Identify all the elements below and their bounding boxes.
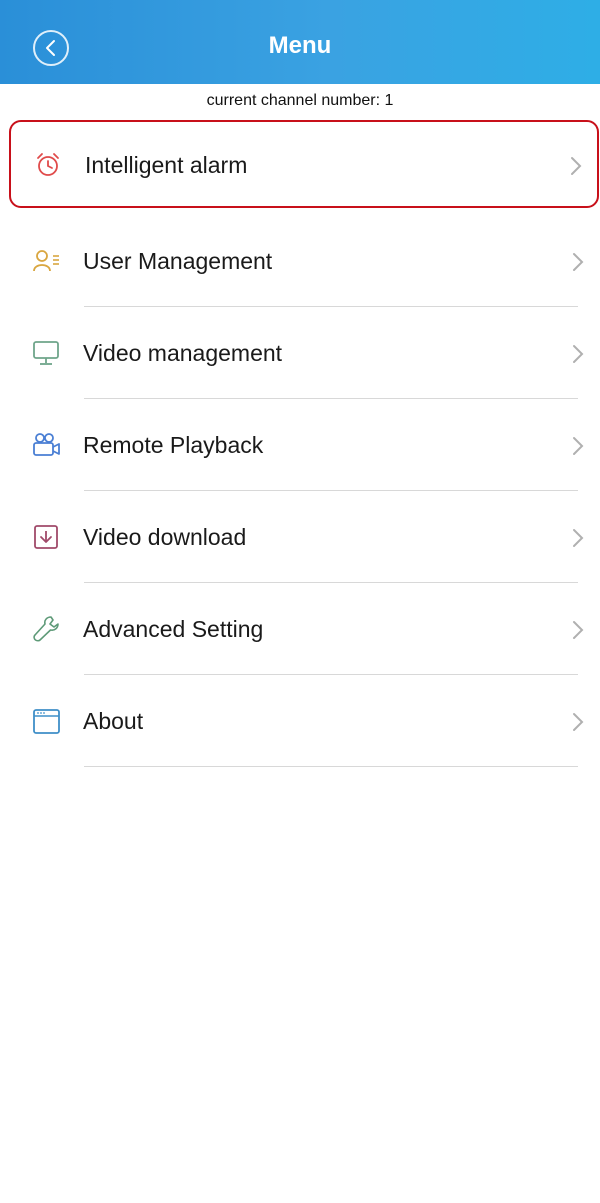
menu-item-label: Video management: [83, 340, 283, 366]
menu-item-video-download[interactable]: Video download: [9, 494, 599, 582]
chevron-right-icon: [571, 251, 585, 273]
alarm-clock-icon: [33, 150, 63, 180]
user-list-icon: [31, 246, 61, 276]
window-icon: [31, 706, 61, 736]
menu-item-label: About: [83, 708, 144, 734]
download-icon: [31, 522, 61, 552]
menu-item-label: Remote Playback: [83, 432, 264, 458]
channel-number-text: current channel number: 1: [206, 92, 394, 109]
menu-item-remote-playback[interactable]: Remote Playback: [9, 402, 599, 490]
menu-item-intelligent-alarm[interactable]: Intelligent alarm: [9, 120, 599, 208]
menu-item-label: Video download: [83, 524, 247, 550]
divider: [84, 306, 578, 307]
app-header: Menu: [0, 0, 600, 84]
divider: [84, 398, 578, 399]
divider: [84, 766, 578, 767]
divider: [84, 582, 578, 583]
menu-item-label: Intelligent alarm: [85, 152, 248, 178]
menu-item-advanced-setting[interactable]: Advanced Setting: [9, 586, 599, 674]
chevron-right-icon: [569, 155, 583, 177]
monitor-icon: [31, 338, 61, 368]
chevron-right-icon: [571, 435, 585, 457]
chevron-right-icon: [571, 619, 585, 641]
video-camera-icon: [31, 430, 61, 460]
divider: [84, 490, 578, 491]
page-title: Menu: [268, 32, 332, 59]
menu-item-label: User Management: [83, 248, 273, 274]
divider: [84, 674, 578, 675]
chevron-right-icon: [571, 711, 585, 733]
wrench-icon: [31, 614, 61, 644]
menu-item-about[interactable]: About: [9, 678, 599, 766]
menu-item-label: Advanced Setting: [83, 616, 264, 642]
chevron-right-icon: [571, 527, 585, 549]
menu-item-user-management[interactable]: User Management: [9, 218, 599, 306]
menu-item-video-management[interactable]: Video management: [9, 310, 599, 398]
chevron-right-icon: [571, 343, 585, 365]
